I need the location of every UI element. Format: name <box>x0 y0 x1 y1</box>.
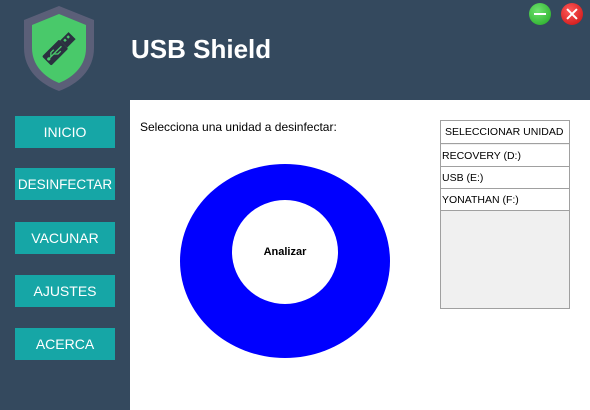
header: USB Shield <box>0 0 590 100</box>
nav-inicio-button[interactable]: INICIO <box>15 116 115 148</box>
close-button[interactable] <box>561 3 583 25</box>
nav-ajustes-button[interactable]: AJUSTES <box>15 275 115 307</box>
app-title: USB Shield <box>131 34 272 64</box>
usb-shield-icon <box>24 6 94 91</box>
drive-prompt-label: Selecciona una unidad a desinfectar: <box>140 120 337 134</box>
drive-list[interactable]: SELECCIONAR UNIDAD RECOVERY (D:) USB (E:… <box>440 120 570 309</box>
nav-acerca-button[interactable]: ACERCA <box>15 328 115 360</box>
minimize-button[interactable] <box>529 3 551 25</box>
main-panel: Selecciona una unidad a desinfectar: Ana… <box>130 100 590 410</box>
drive-item-recovery[interactable]: RECOVERY (D:) <box>441 145 569 167</box>
minimize-icon <box>534 13 546 15</box>
sidebar: INICIO DESINFECTAR VACUNAR AJUSTES ACERC… <box>0 100 130 410</box>
drive-item-yonathan[interactable]: YONATHAN (F:) <box>441 189 569 211</box>
analyze-button[interactable]: Analizar <box>232 200 338 304</box>
drive-list-header: SELECCIONAR UNIDAD <box>441 121 569 144</box>
drive-item-usb[interactable]: USB (E:) <box>441 167 569 189</box>
app-window: USB Shield INICIO DESINFECTAR VACUNAR AJ… <box>0 0 590 410</box>
nav-vacunar-button[interactable]: VACUNAR <box>15 222 115 254</box>
nav-desinfectar-button[interactable]: DESINFECTAR <box>15 168 115 200</box>
